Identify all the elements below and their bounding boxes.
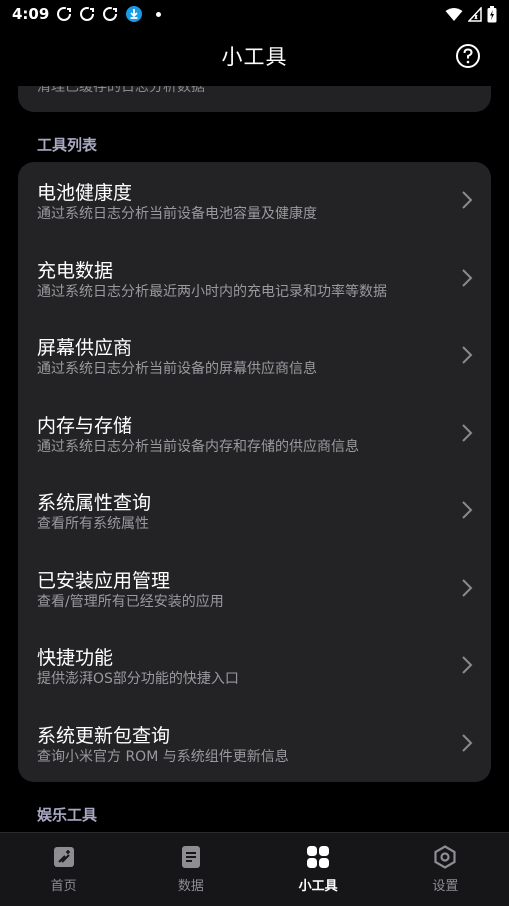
tool-title: 系统更新包查询 [37, 724, 171, 747]
bottom-nav: 首页 数据 小工具 设置 [0, 832, 509, 906]
tool-item-screen-vendor[interactable]: 屏幕供应商 通过系统日志分析当前设备的屏幕供应商信息 [18, 317, 491, 394]
tool-title: 系统属性查询 [37, 492, 152, 514]
tool-desc: 查询小米官方 ROM 与系统组件更新信息 [37, 748, 289, 765]
sync-icon [56, 6, 72, 22]
tool-title: 快捷功能 [37, 647, 114, 669]
home-icon [53, 847, 74, 867]
sync-icon [79, 6, 95, 22]
chevron-right-icon [462, 423, 473, 442]
tool-item-memory-storage[interactable]: 内存与存储 通过系统日志分析当前设备内存和存储的供应商信息 [18, 395, 491, 472]
chevron-right-icon [462, 656, 473, 674]
tool-item-battery-health[interactable]: 电池健康度 通过系统日志分析当前设备电池容量及健康度 [18, 162, 491, 239]
chevron-right-icon [462, 191, 473, 209]
nav-item-data[interactable]: 数据 [127, 833, 254, 906]
sync-icon [102, 6, 118, 22]
notification-dot [156, 11, 162, 17]
tool-desc: 通过系统日志分析当前设备内存和存储的供应商信息 [37, 438, 359, 455]
page-title: 小工具 [221, 45, 288, 69]
wifi-icon [445, 7, 463, 22]
nav-label: 首页 [50, 879, 77, 894]
section-title-entertainment: 娱乐工具 [37, 806, 98, 824]
chevron-right-icon [462, 268, 473, 287]
tool-desc: 通过系统日志分析当前设备的屏幕供应商信息 [37, 361, 317, 377]
tool-title: 充电数据 [37, 259, 114, 282]
help-icon[interactable] [455, 43, 481, 69]
app-bar: 小工具 [0, 34, 509, 78]
chevron-right-icon [462, 733, 473, 752]
chevron-right-icon [462, 501, 473, 519]
tool-item-installed-apps[interactable]: 已安装应用管理 查看/管理所有已经安装的应用 [18, 550, 491, 627]
tool-desc: 提供澎湃OS部分功能的快捷入口 [37, 671, 239, 687]
nav-label: 小工具 [298, 879, 338, 894]
nav-item-tools[interactable]: 小工具 [255, 833, 382, 906]
status-left: 4:09 [12, 5, 162, 23]
tool-title: 内存与存储 [37, 414, 133, 437]
tool-desc: 查看/管理所有已经安装的应用 [37, 593, 224, 610]
tool-title: 电池健康度 [37, 182, 133, 204]
battery-charging-icon [487, 5, 497, 23]
tool-item-charging-data[interactable]: 充电数据 通过系统日志分析最近两小时内的充电记录和功率等数据 [18, 240, 491, 317]
status-time: 4:09 [12, 5, 50, 23]
tool-title: 已安装应用管理 [37, 569, 171, 592]
tool-item-shortcuts[interactable]: 快捷功能 提供澎湃OS部分功能的快捷入口 [18, 627, 491, 704]
nav-item-settings[interactable]: 设置 [382, 833, 509, 906]
nav-label: 数据 [177, 879, 204, 894]
tool-desc: 通过系统日志分析当前设备电池容量及健康度 [37, 206, 317, 222]
signal-icon [468, 6, 482, 22]
tool-title: 屏幕供应商 [37, 337, 133, 359]
tool-desc: 通过系统日志分析最近两小时内的充电记录和功率等数据 [37, 283, 387, 300]
grid-icon [307, 846, 330, 868]
document-icon [181, 846, 200, 868]
nav-item-home[interactable]: 首页 [0, 833, 127, 906]
settings-icon [434, 845, 456, 869]
tools-list: 电池健康度 通过系统日志分析当前设备电池容量及健康度 充电数据 通过系统日志分析… [18, 162, 491, 782]
status-right [445, 5, 497, 23]
section-title-tools: 工具列表 [37, 136, 98, 154]
status-bar: 4:09 [0, 0, 509, 28]
chevron-right-icon [462, 346, 473, 364]
tool-item-update-query[interactable]: 系统更新包查询 查询小米官方 ROM 与系统组件更新信息 [18, 705, 491, 782]
nav-label: 设置 [432, 879, 459, 894]
chevron-right-icon [462, 578, 473, 597]
download-icon [125, 5, 143, 23]
tool-desc: 查看所有系统属性 [37, 516, 149, 532]
tool-item-system-props[interactable]: 系统属性查询 查看所有系统属性 [18, 472, 491, 549]
